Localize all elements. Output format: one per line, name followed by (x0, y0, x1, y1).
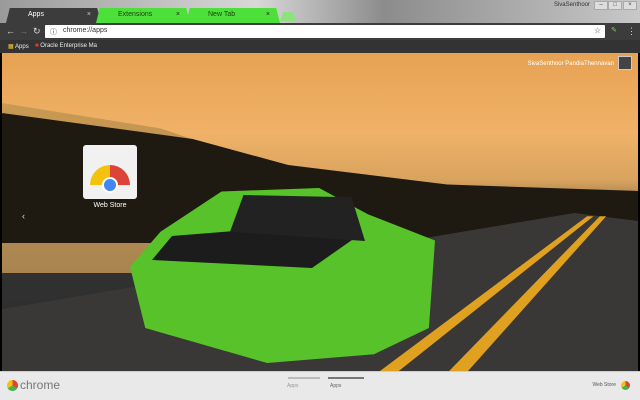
close-tab-icon[interactable]: × (87, 11, 91, 18)
page-label[interactable]: Apps (330, 383, 341, 389)
oracle-icon: ■ (35, 43, 39, 49)
apps-grid-icon: ▦ (8, 44, 14, 50)
page-indicator[interactable] (288, 377, 320, 379)
bookmarks-bar: ▦ Apps ■ Oracle Enterprise Ma (0, 40, 640, 53)
profile-name: SivaSenthoor PandiaThennavan (527, 61, 614, 67)
tab-label: New Tab (208, 11, 236, 18)
avatar[interactable] (618, 56, 632, 70)
new-tab-button[interactable] (280, 12, 296, 21)
close-window-button[interactable]: × (623, 1, 637, 10)
url-text: chrome://apps (63, 27, 108, 34)
close-tab-icon[interactable]: × (266, 11, 270, 18)
app-label: Web Store (93, 202, 127, 209)
close-tab-icon[interactable]: × (176, 11, 180, 18)
page-indicator-active[interactable] (328, 377, 364, 379)
tab-apps[interactable]: Apps × (6, 8, 101, 23)
tab-extensions[interactable]: Extensions × (96, 8, 190, 23)
chrome-icon (7, 380, 18, 391)
bookmark-apps[interactable]: ▦ Apps (8, 43, 29, 50)
tab-label: Apps (28, 11, 44, 18)
bookmark-label: Apps (15, 44, 29, 50)
apps-page: SivaSenthoor PandiaThennavan Web Store ‹ (2, 53, 638, 371)
chrome-logo: chrome (7, 378, 60, 392)
profile-name-button[interactable]: SivaSenthoor (554, 2, 590, 8)
title-bar: Apps × Extensions × New Tab × SivaSenthoor … (0, 0, 640, 23)
bookmark-star-icon[interactable]: ☆ (594, 26, 601, 35)
menu-icon[interactable]: ⋮ (627, 26, 636, 37)
maximize-button[interactable]: □ (608, 1, 622, 10)
back-button[interactable]: ← (6, 26, 15, 36)
app-web-store[interactable]: Web Store (82, 145, 138, 209)
tab-label: Extensions (118, 11, 153, 18)
web-store-icon[interactable] (621, 381, 630, 390)
minimize-button[interactable]: – (594, 1, 608, 10)
web-store-icon (83, 145, 137, 199)
forward-button[interactable]: → (19, 26, 28, 36)
previous-page-arrow[interactable]: ‹ (22, 211, 25, 221)
toolbar: ← → ↻ ⓘ chrome://apps ☆ ✎ ⋮ (0, 23, 640, 40)
tab-new-tab[interactable]: New Tab × (186, 8, 280, 23)
web-store-link[interactable]: Web Store (592, 382, 616, 388)
address-bar[interactable]: ⓘ chrome://apps ☆ (45, 25, 605, 38)
extension-icon[interactable]: ✎ (611, 26, 617, 34)
info-icon[interactable]: ⓘ (50, 27, 57, 37)
reload-button[interactable]: ↻ (33, 26, 41, 37)
bookmark-label: Oracle Enterprise Ma (40, 43, 97, 49)
bookmark-oracle[interactable]: ■ Oracle Enterprise Ma (35, 43, 97, 49)
page-label[interactable]: Apps (287, 383, 298, 389)
bottom-bar: chrome Apps Apps Web Store (0, 371, 640, 400)
